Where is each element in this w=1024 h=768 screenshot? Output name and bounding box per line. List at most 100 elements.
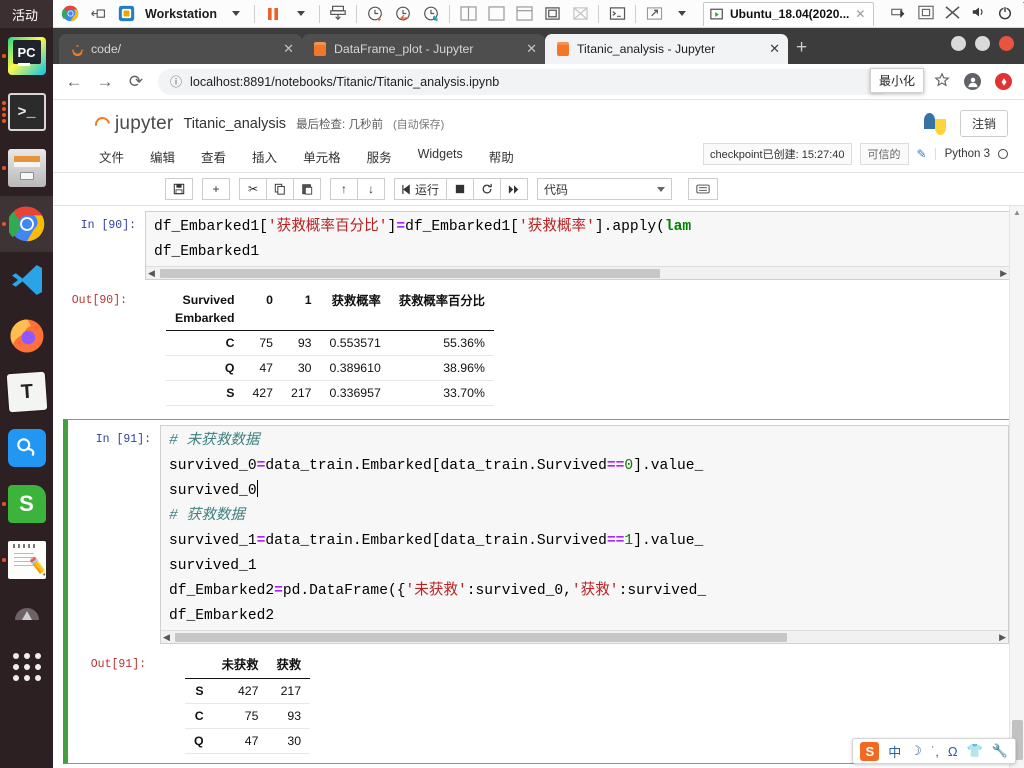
menu-insert[interactable]: 插入 [252,147,277,166]
vm-tab-close-icon[interactable]: ✕ [855,7,865,21]
workstation-menu-label[interactable]: Workstation [141,7,221,21]
site-info-icon[interactable]: ⓘ [170,73,182,90]
sound-icon[interactable] [971,5,987,22]
notebook-cell-90[interactable]: In [90]: df_Embarked1['获救概率百分比']=df_Emba… [53,206,1024,415]
dock-item-files[interactable] [0,140,53,196]
page-vertical-scrollbar[interactable]: ▲ [1009,206,1024,768]
menu-widgets[interactable]: Widgets [418,147,463,166]
chevron-down-icon-2[interactable] [288,2,314,26]
single-view-icon[interactable] [483,2,509,26]
paste-icon[interactable] [293,178,321,200]
close-tab-icon-0[interactable]: ✕ [283,41,294,57]
snapshot-manager-icon[interactable] [418,2,444,26]
split-view-icon[interactable] [455,2,481,26]
notebook-cell-91[interactable]: In [91]: # 未获救数据 survived_0=data_train.E… [63,419,1010,764]
sogou-ime-bar[interactable]: S 中 ☽ ˙, Ω 👕 🔧 [852,738,1016,764]
hscroll-left-arrow[interactable]: ◀ [148,268,155,278]
trusted-badge[interactable]: 可信的 [859,143,909,165]
gnome-activities[interactable]: 活动 [0,5,48,24]
dock-item-notes[interactable]: ✏️ [0,532,53,588]
cell-type-select[interactable]: 代码 [537,178,673,200]
run-cell-button[interactable]: 运行 [394,178,448,200]
extension-icon[interactable] [995,73,1012,90]
reload-icon[interactable]: ⟳ [127,72,145,92]
menu-view[interactable]: 查看 [201,147,226,166]
interrupt-kernel-button[interactable] [446,178,475,200]
power-icon[interactable] [997,5,1013,23]
logout-button[interactable]: 注销 [959,110,1008,137]
menu-cell[interactable]: 单元格 [303,147,341,166]
notebook-scroll-area[interactable]: In [90]: df_Embarked1['获救概率百分比']=df_Emba… [53,206,1024,768]
close-tab-icon-2[interactable]: ✕ [769,41,780,57]
chevron-down-icon-3[interactable] [669,2,695,26]
ime-mode-label[interactable]: 中 [888,742,901,761]
dock-item-terminal[interactable]: >_ [0,84,53,140]
chrome-maximize-button[interactable] [975,36,990,51]
notebook-name[interactable]: Titanic_analysis [183,116,286,132]
vm-tab-ubuntu[interactable]: Ubuntu_18.04(2020... ✕ [703,1,875,26]
chrome-tab-2[interactable]: Titanic_analysis - Jupyter ✕ [545,34,788,64]
chrome-tab-1[interactable]: DataFrame_plot - Jupyter ✕ [302,34,545,64]
code-hscrollbar-90[interactable]: ◀ ▶ [146,266,1009,279]
dock-item-vscode[interactable] [0,252,53,308]
close-icon[interactable] [944,5,961,23]
terminal-icon[interactable] [604,2,630,26]
save-icon[interactable] [165,178,193,200]
bookmark-star-icon[interactable] [934,72,950,91]
take-snapshot-icon[interactable] [362,2,388,26]
dock-item-pycharm[interactable]: PC [0,28,53,84]
insert-cell-button[interactable]: + [202,178,230,200]
chevron-down-icon[interactable] [223,2,249,26]
hscroll-left-arrow-91[interactable]: ◀ [163,632,170,642]
pin-icon[interactable] [85,2,111,26]
menu-kernel[interactable]: 服务 [367,147,392,166]
expand-icon[interactable] [641,2,667,26]
snapshot-icon[interactable] [325,2,351,26]
cut-icon[interactable]: ✂ [239,178,267,200]
dock-item-archive[interactable] [0,588,53,644]
hscroll-right-arrow[interactable]: ▶ [1000,268,1007,278]
pause-icon[interactable] [260,2,286,26]
code-hscrollbar-91[interactable]: ◀ ▶ [161,630,1008,643]
menu-help[interactable]: 帮助 [489,147,514,166]
dock-item-firefox[interactable] [0,308,53,364]
code-input-90[interactable]: df_Embarked1['获救概率百分比']=df_Embarked1['获救… [145,211,1010,280]
restart-run-all-button[interactable] [500,178,529,200]
jupyter-logo[interactable]: jupyter [92,113,173,135]
chrome-tab-0[interactable]: code/ ✕ [59,34,302,64]
fullscreen-icon[interactable] [539,2,565,26]
command-palette-button[interactable] [688,178,719,200]
dock-item-chrome[interactable] [0,196,53,252]
move-cell-up-button[interactable]: ↑ [330,178,358,200]
unity-view-icon[interactable] [511,2,537,26]
edit-pencil-icon[interactable]: ✎ [917,147,927,161]
chrome-close-button[interactable] [999,36,1014,51]
hscroll-thumb[interactable] [160,268,660,278]
hscroll-thumb-91[interactable] [175,632,787,642]
close-tab-icon-1[interactable]: ✕ [526,41,537,57]
punctuation-icon[interactable]: ˙, [931,744,939,759]
copy-icon[interactable] [266,178,294,200]
menu-file[interactable]: 文件 [99,147,124,166]
toolbox-icon[interactable]: 🔧 [992,743,1008,759]
scroll-up-arrow[interactable]: ▲ [1010,206,1024,220]
profile-avatar-icon[interactable] [964,73,981,90]
chrome-minimize-button[interactable] [951,36,966,51]
address-bar[interactable]: ⓘ localhost:8891/notebooks/Titanic/Titan… [158,68,891,95]
restart-kernel-button[interactable] [473,178,502,200]
restore-icon[interactable] [918,5,935,23]
forward-icon[interactable]: → [96,72,114,92]
dock-item-show-applications[interactable] [0,644,53,700]
code-input-91[interactable]: # 未获救数据 survived_0=data_train.Embarked[d… [160,425,1009,644]
new-tab-button[interactable]: + [796,37,807,59]
minimize-icon[interactable] [890,5,908,22]
dock-item-typora[interactable]: T [0,364,53,420]
revert-snapshot-icon[interactable] [390,2,416,26]
move-cell-down-button[interactable]: ↓ [357,178,385,200]
back-icon[interactable]: ← [65,72,83,92]
hscroll-right-arrow-91[interactable]: ▶ [999,632,1006,642]
sogou-logo-icon[interactable]: S [860,741,880,761]
dock-item-quick-app[interactable] [0,420,53,476]
skin-icon[interactable]: 👕 [967,743,983,759]
dock-item-sogou[interactable]: S [0,476,53,532]
